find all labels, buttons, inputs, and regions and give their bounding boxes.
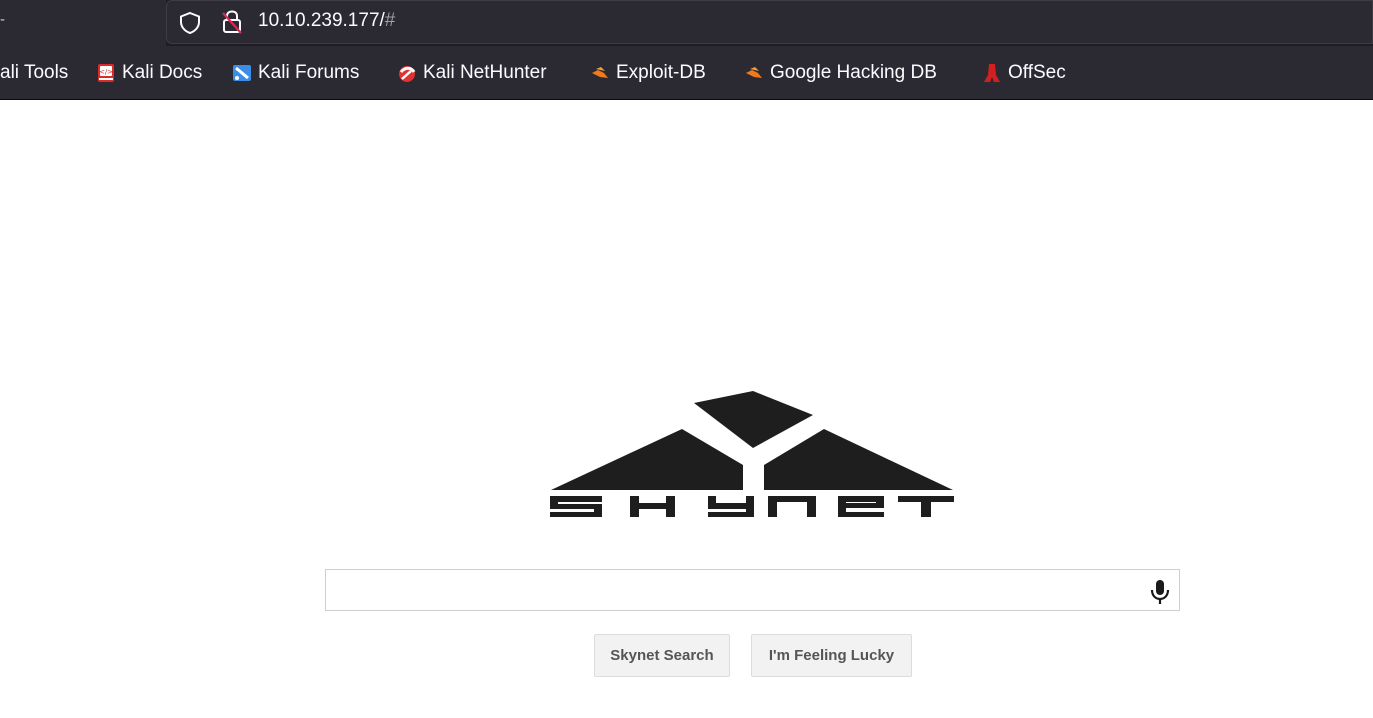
bookmark-label: Kali Docs — [122, 62, 203, 83]
bookmark-kali-docs[interactable]: </> Kali Docs — [96, 61, 202, 85]
offsec-icon — [984, 64, 1000, 82]
search-input[interactable] — [334, 576, 1138, 606]
bookmark-kali-nethunter[interactable]: Kali NetHunter — [397, 61, 547, 85]
browser-toolbar: - 10.10.239.177/# — [0, 0, 1373, 46]
microphone-icon[interactable] — [1149, 578, 1171, 606]
skynet-logo — [550, 391, 954, 517]
bookmark-label: Kali NetHunter — [423, 62, 547, 83]
insecure-lock-icon[interactable] — [221, 9, 243, 35]
bookmark-exploit-db[interactable]: Exploit-DB — [590, 61, 706, 85]
tab-fragment-label: - — [0, 12, 6, 28]
shield-icon[interactable] — [179, 11, 201, 35]
bookmark-kali-tools[interactable]: ali Tools — [0, 61, 68, 85]
url-hash: # — [384, 10, 396, 31]
feeling-lucky-button[interactable]: I'm Feeling Lucky — [751, 634, 912, 677]
bookmark-label: Google Hacking DB — [770, 62, 937, 83]
bookmarks-toolbar: ali Tools </> Kali Docs Kali Forums Kali… — [0, 46, 1373, 100]
tab-fragment[interactable]: - — [0, 0, 166, 46]
url-host: 10.10.239.177/ — [258, 10, 385, 31]
url-text[interactable]: 10.10.239.177/# — [258, 10, 395, 32]
bookmark-offsec[interactable]: OffSec — [982, 61, 1066, 85]
exploit-db-icon — [592, 67, 608, 78]
kali-docs-icon: </> — [98, 64, 114, 82]
address-bar[interactable]: 10.10.239.177/# — [166, 0, 1373, 44]
svg-text:</>: </> — [99, 68, 113, 76]
bookmark-google-hacking-db[interactable]: Google Hacking DB — [744, 61, 937, 85]
ghdb-icon — [746, 67, 762, 78]
search-box — [325, 569, 1180, 611]
bookmark-label: Kali Forums — [258, 62, 360, 83]
bookmark-label: ali Tools — [0, 62, 69, 83]
skynet-wordmark — [550, 496, 954, 517]
skynet-search-button[interactable]: Skynet Search — [594, 634, 730, 677]
bookmark-label: Exploit-DB — [616, 62, 706, 83]
kali-forums-icon — [233, 65, 251, 81]
kali-nethunter-icon — [399, 66, 416, 82]
bookmark-label: OffSec — [1008, 62, 1066, 83]
bookmark-kali-forums[interactable]: Kali Forums — [232, 61, 359, 85]
